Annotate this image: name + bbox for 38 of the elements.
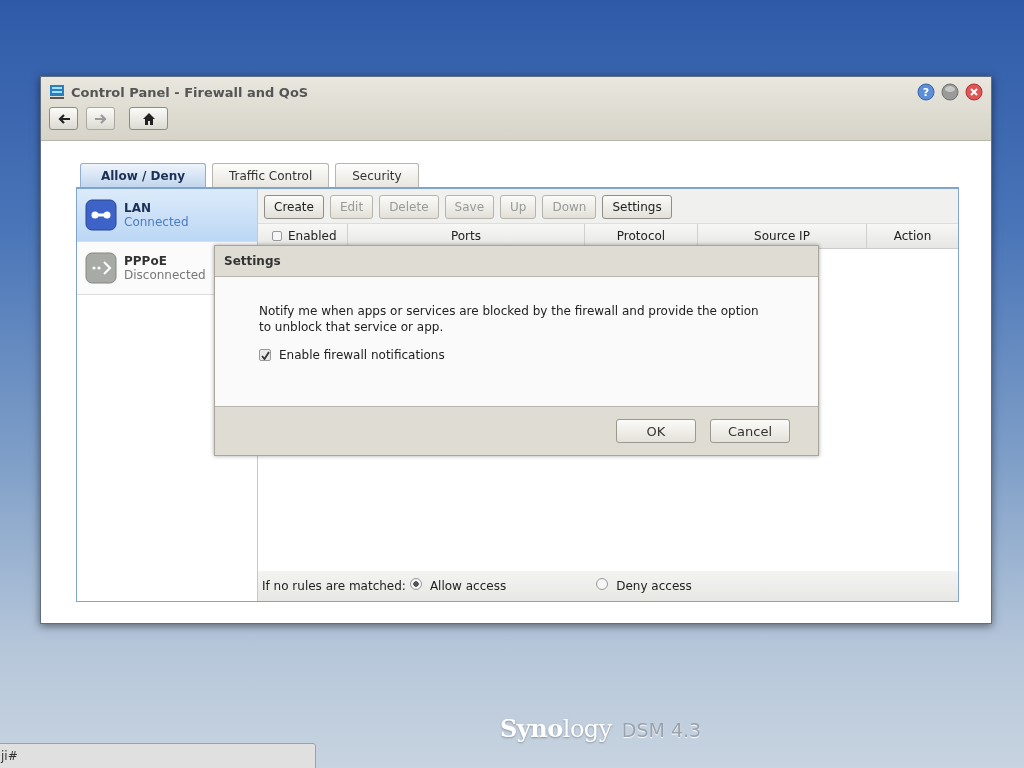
tab[interactable]: Allow / Deny (80, 163, 206, 187)
dialog-button[interactable]: OK (616, 419, 696, 443)
brand-logo: Synology (500, 714, 612, 743)
interface-name: PPPoE (124, 254, 168, 268)
toolbar-button[interactable]: Create (264, 195, 324, 219)
checkmark-icon (260, 350, 270, 360)
close-icon[interactable] (965, 83, 983, 101)
column-header: Action (892, 228, 933, 245)
taskbar-text: ji# (1, 749, 18, 763)
dialog-button[interactable]: Cancel (710, 419, 790, 443)
interface-item[interactable]: LAN Connected (77, 189, 257, 242)
interface-status: Disconnected (124, 268, 206, 282)
minimize-icon[interactable] (941, 83, 959, 101)
dialog-title: Settings (215, 246, 818, 277)
tab[interactable]: Security (335, 163, 419, 187)
window-title: Control Panel - Firewall and QoS (71, 84, 309, 100)
arrow-left-icon (56, 111, 71, 126)
home-button[interactable] (129, 107, 168, 130)
dialog-message: Notify me when apps or services are blocked by the firewall and provide the option to unblock that service or app. (259, 303, 760, 335)
checkbox[interactable] (259, 349, 271, 361)
back-button[interactable] (49, 107, 78, 130)
select-all-checkbox[interactable] (272, 231, 282, 241)
column-header: Enabled (288, 229, 337, 243)
app-icon (49, 84, 65, 100)
radio-label: Deny access (616, 579, 692, 593)
radio-label: Allow access (429, 579, 507, 593)
interface-name: LAN (124, 201, 152, 215)
house-icon (141, 111, 156, 126)
toolbar-button[interactable]: Settings (602, 195, 672, 219)
checkbox-label: Enable firewall notifications (279, 348, 445, 362)
tab[interactable]: Traffic Control (212, 163, 330, 187)
footer-label: If no rules are matched: (262, 579, 406, 593)
interface-status: Connected (124, 215, 189, 229)
arrow-right-icon (93, 111, 108, 126)
radio-button[interactable] (596, 578, 609, 590)
radio-button[interactable] (409, 578, 422, 590)
network-link-icon (85, 199, 117, 231)
taskbar-item[interactable]: ji# (0, 743, 316, 768)
